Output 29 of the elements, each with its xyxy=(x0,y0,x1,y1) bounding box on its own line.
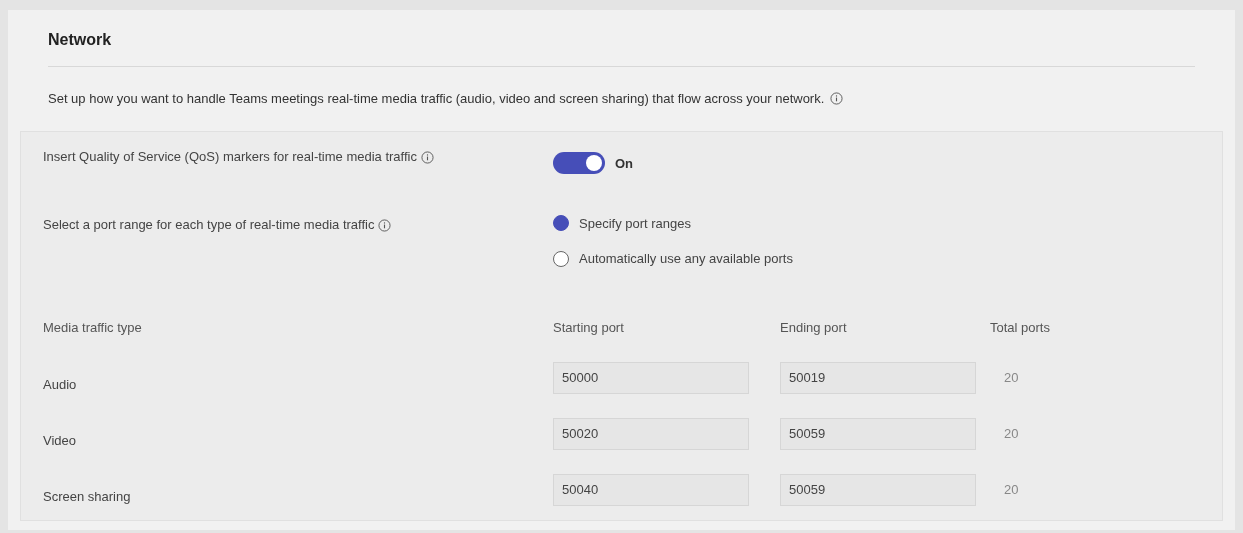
radio-option[interactable]: Specify port ranges xyxy=(553,213,793,233)
setting-label: Select a port range for each type of real-time media traffic xyxy=(43,216,375,232)
setting-label: Insert Quality of Service (QoS) markers for real-time media traffic xyxy=(43,148,417,164)
port-input[interactable]: 50059 xyxy=(780,417,976,450)
port-input[interactable]: 50020 xyxy=(553,417,749,450)
column-header: Total ports xyxy=(990,319,1050,335)
info-icon[interactable] xyxy=(378,218,392,232)
section-description: Set up how you want to handle Teams meetings real-time media traffic (audio, video and screen sharing) that flow across your network. xyxy=(48,90,825,108)
table-cell: Video xyxy=(43,432,76,448)
radio-button[interactable] xyxy=(553,250,569,267)
radio-option[interactable]: Automatically use any available ports xyxy=(553,249,793,269)
toggle-state-label: On xyxy=(615,154,634,173)
info-icon[interactable] xyxy=(420,150,434,164)
table-cell: Screen sharing xyxy=(43,488,131,504)
port-input[interactable]: 50040 xyxy=(553,473,749,506)
column-header: Ending port xyxy=(780,319,847,335)
port-input[interactable]: 50019 xyxy=(780,361,976,394)
info-icon[interactable] xyxy=(830,92,844,106)
port-input[interactable]: 50059 xyxy=(780,473,976,506)
radio-button[interactable] xyxy=(553,215,569,232)
section-title: Network xyxy=(48,28,1195,67)
table-cell: Audio xyxy=(43,376,77,392)
table-cell: 20 xyxy=(1004,481,1019,497)
table-cell: 20 xyxy=(1004,369,1019,385)
column-header: Media traffic type xyxy=(43,319,142,335)
table-cell: 20 xyxy=(1004,425,1019,441)
column-header: Starting port xyxy=(553,319,624,335)
port-input[interactable]: 50000 xyxy=(553,361,749,394)
toggle-switch[interactable] xyxy=(553,151,605,174)
